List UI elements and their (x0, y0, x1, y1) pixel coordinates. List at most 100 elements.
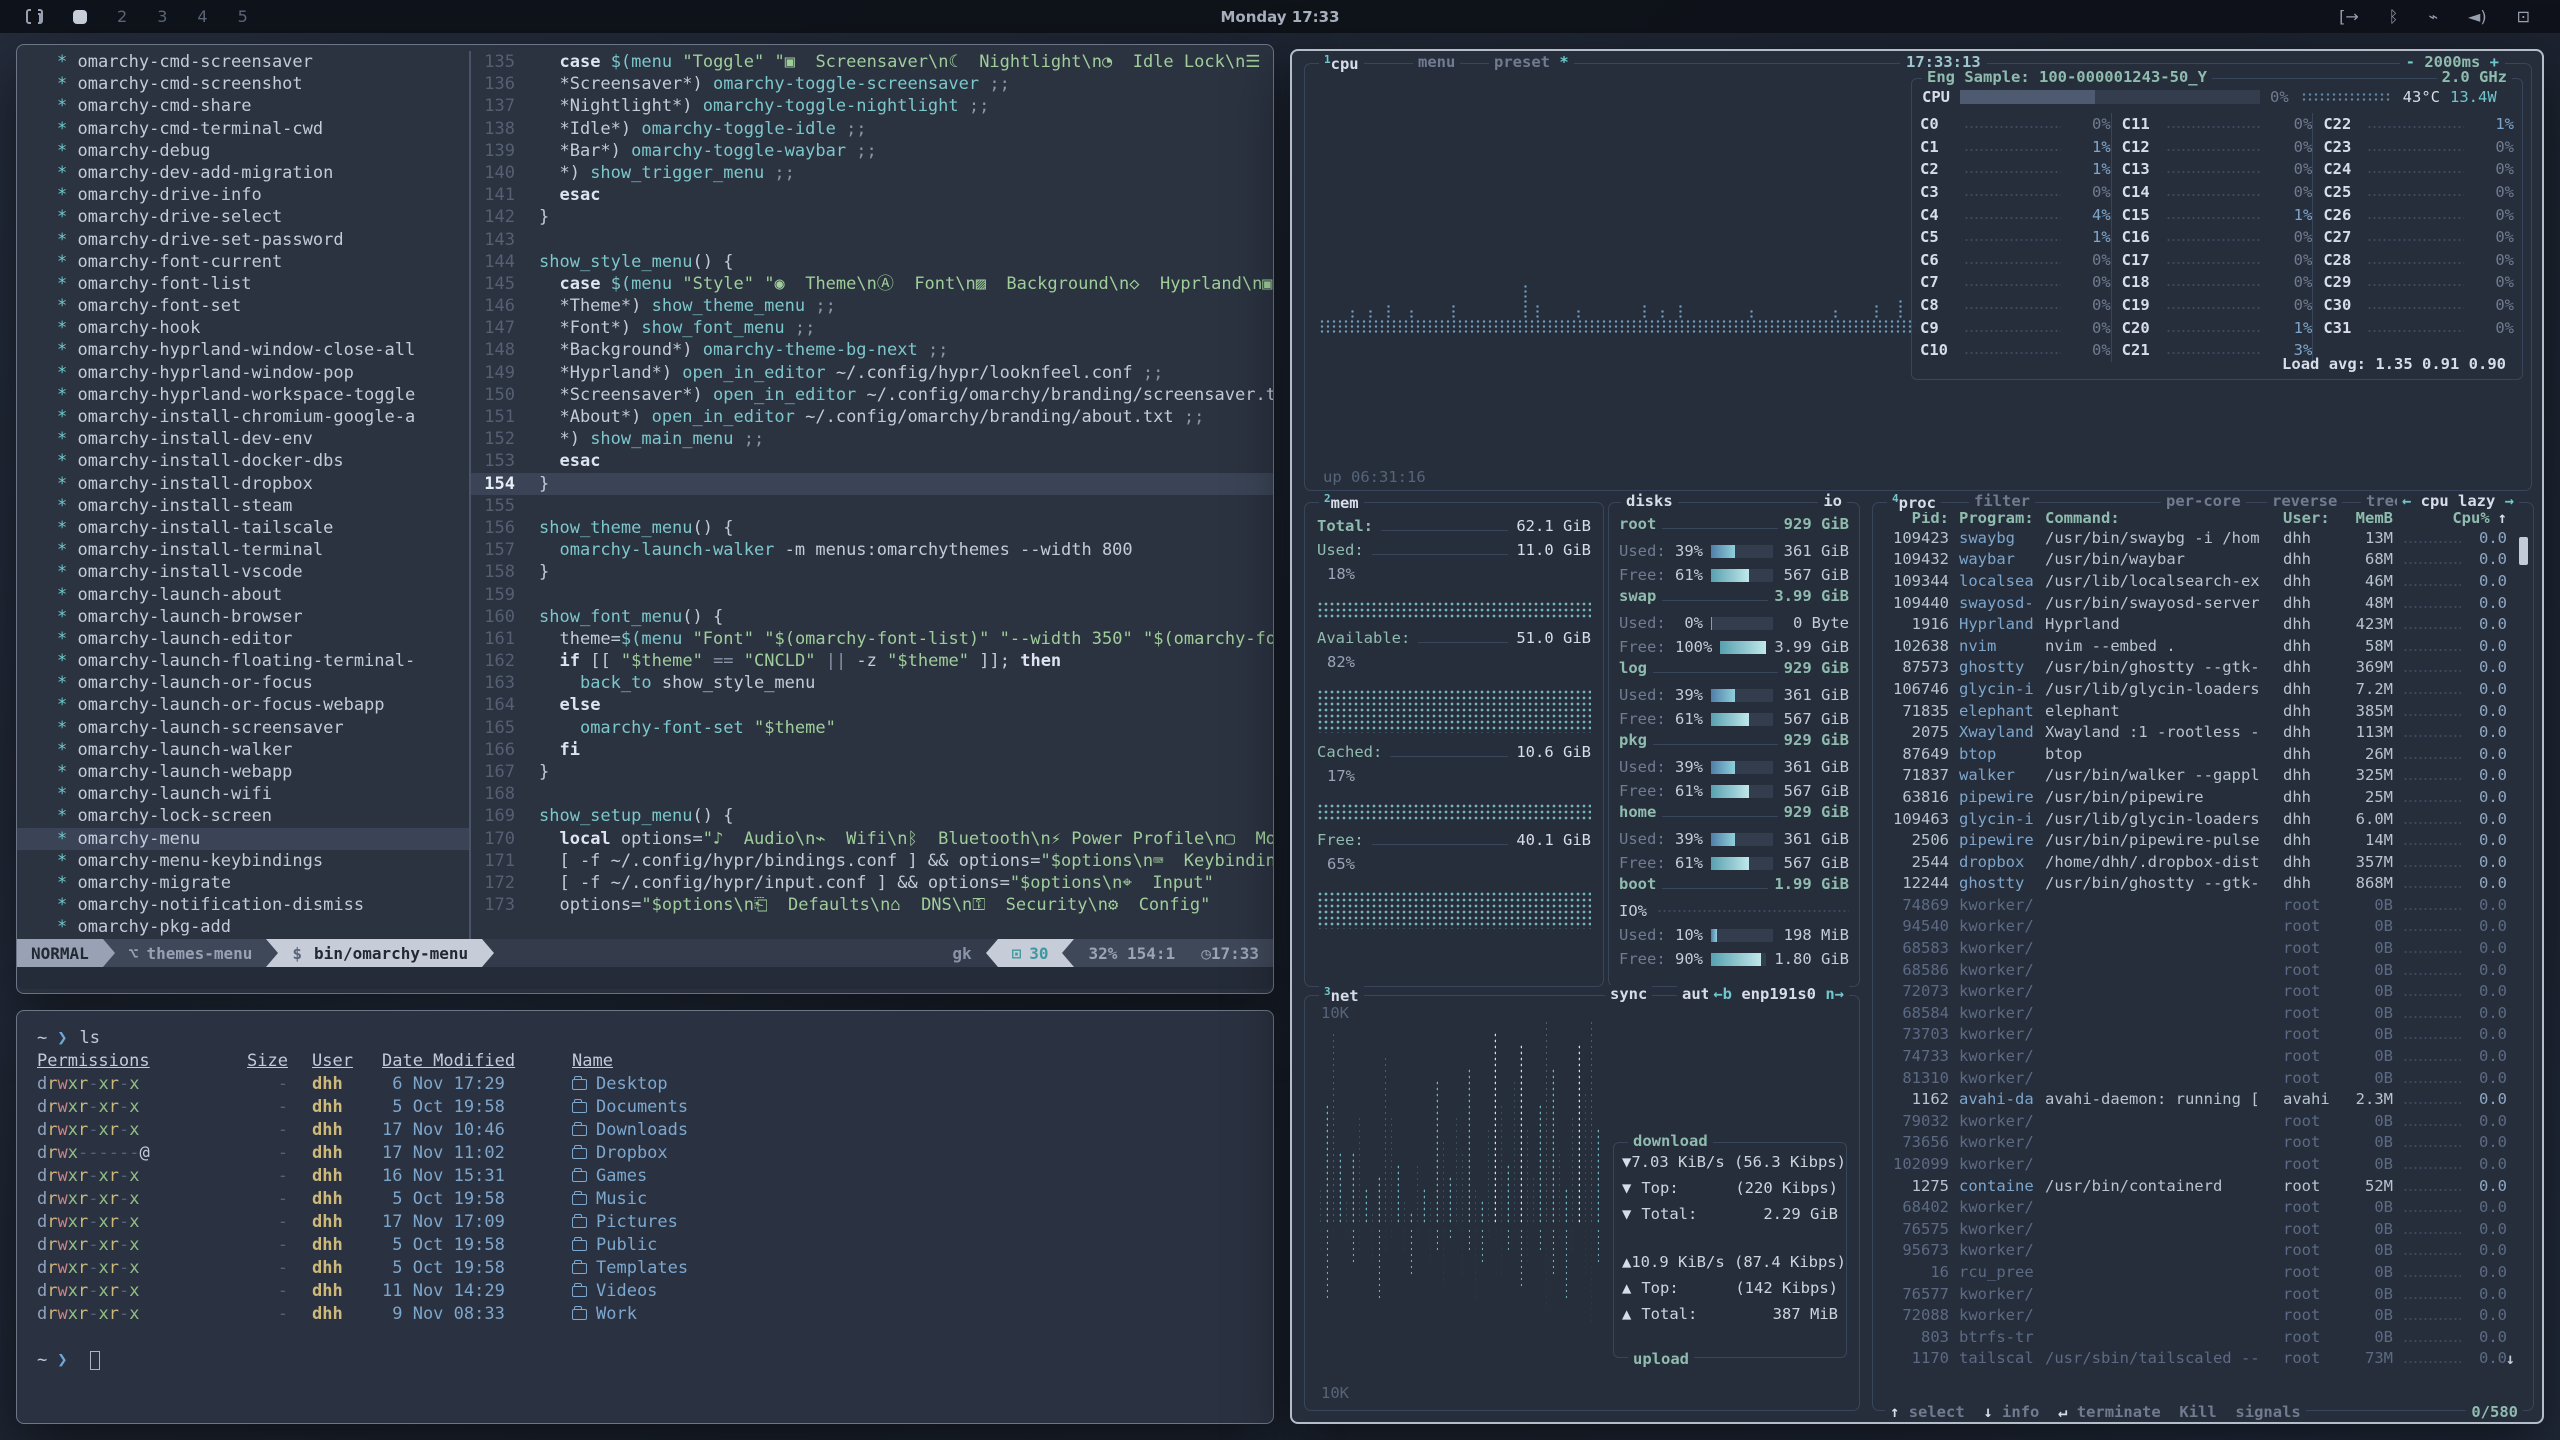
process-row[interactable]: 79032kworker/root0B0.0 (1873, 1110, 2533, 1132)
process-row[interactable]: 1170tailscal/usr/sbin/tailscaled --root7… (1873, 1348, 2533, 1369)
process-row[interactable]: 2075XwaylandXwayland :1 -rootless -dhh11… (1873, 721, 2533, 743)
process-row[interactable]: 87573ghostty/usr/bin/ghostty --gtk-dhh36… (1873, 657, 2533, 679)
process-row[interactable]: 76577kworker/root0B0.0 (1873, 1283, 2533, 1305)
process-row[interactable]: 109423swaybg/usr/bin/swaybg -i /homdhh13… (1873, 527, 2533, 549)
process-row[interactable]: 87649btopbtopdhh26M0.0 (1873, 743, 2533, 765)
process-row[interactable]: 109463glycin-i/usr/lib/glycin-loadersdhh… (1873, 808, 2533, 830)
terminal-cursor[interactable] (90, 1351, 100, 1370)
file-list-item[interactable]: * omarchy-lock-screen (17, 805, 469, 827)
btop-menu-button[interactable]: menu (1413, 53, 1460, 71)
process-row[interactable]: 1162avahi-daavahi-daemon: running [avahi… (1873, 1088, 2533, 1110)
file-list-item[interactable]: * omarchy-launch-about (17, 584, 469, 606)
process-row[interactable]: 73656kworker/root0B0.0 (1873, 1132, 2533, 1154)
network-icon[interactable]: ⌁ (2428, 7, 2438, 26)
file-list-item[interactable]: * omarchy-drive-set-password (17, 229, 469, 251)
file-list-item[interactable]: * omarchy-launch-walker (17, 739, 469, 761)
process-row[interactable]: 12244ghostty/usr/bin/ghostty --gtk-dhh86… (1873, 873, 2533, 895)
file-list-item[interactable]: * omarchy-launch-or-focus-webapp (17, 694, 469, 716)
file-list-item[interactable]: * omarchy-launch-screensaver (17, 717, 469, 739)
process-row[interactable]: 102638nvimnvim --embed .dhh58M0.0 (1873, 635, 2533, 657)
process-row[interactable]: 109344localsea/usr/lib/localsearch-exdhh… (1873, 570, 2533, 592)
process-row[interactable]: 2544dropbox/home/dhh/.dropbox-distdhh357… (1873, 851, 2533, 873)
process-row[interactable]: 16rcu_preeroot0B0.0 (1873, 1261, 2533, 1283)
file-list-item[interactable]: * omarchy-install-steam (17, 495, 469, 517)
file-list-item[interactable]: * omarchy-hyprland-window-pop (17, 362, 469, 384)
process-list[interactable]: 109423swaybg/usr/bin/swaybg -i /homdhh13… (1873, 527, 2533, 1369)
terminal-window[interactable]: ~❯ls Permissions Size User Date Modified… (16, 1010, 1274, 1424)
bluetooth-icon[interactable]: ᛒ (2389, 7, 2399, 26)
process-row[interactable]: 68586kworker/root0B0.0 (1873, 959, 2533, 981)
file-list-item[interactable]: * omarchy-install-tailscale (17, 517, 469, 539)
proc-filter-button[interactable]: filter (1969, 492, 2035, 510)
file-list-item[interactable]: * omarchy-cmd-terminal-cwd (17, 118, 469, 140)
file-list-item[interactable]: * omarchy-menu-keybindings (17, 850, 469, 872)
proc-reverse-toggle[interactable]: reverse (2267, 492, 2342, 510)
file-list-item[interactable]: * omarchy-launch-or-focus (17, 672, 469, 694)
file-list-item[interactable]: * omarchy-install-dev-env (17, 428, 469, 450)
btop-window[interactable]: 1cpu menu preset * 17:33:13 - 2000ms + u… (1290, 49, 2544, 1424)
file-list-item[interactable]: * omarchy-migrate (17, 872, 469, 894)
tab-net[interactable]: net (1331, 987, 1359, 1005)
file-list-item[interactable]: * omarchy-hook (17, 317, 469, 339)
proc-scrollbar[interactable] (2519, 537, 2528, 565)
process-row[interactable]: 63816pipewire/usr/bin/pipewiredhh25M0.0 (1873, 786, 2533, 808)
file-list-item[interactable]: * omarchy-install-chromium-google-a (17, 406, 469, 428)
process-row[interactable]: 71837walker/usr/bin/walker --gappldhh325… (1873, 765, 2533, 787)
process-row[interactable]: 68584kworker/root0B0.0 (1873, 1002, 2533, 1024)
file-list-item[interactable]: * omarchy-launch-floating-terminal- (17, 650, 469, 672)
file-list-item[interactable]: * omarchy-hyprland-workspace-toggle (17, 384, 469, 406)
process-row[interactable]: 1275containe/usr/bin/containerdroot52M0.… (1873, 1175, 2533, 1197)
process-row[interactable]: 71835elephantelephantdhh385M0.0 (1873, 700, 2533, 722)
tab-disks[interactable]: disks (1626, 492, 1673, 510)
file-list-item[interactable]: * omarchy-cmd-screenshot (17, 73, 469, 95)
file-list-item[interactable]: * omarchy-hyprland-window-close-all (17, 339, 469, 361)
tab-io[interactable]: io (1823, 492, 1842, 510)
proc-per-core-toggle[interactable]: per-core (2161, 492, 2246, 510)
file-list-item[interactable]: * omarchy-font-current (17, 251, 469, 273)
file-list-item[interactable]: * omarchy-font-list (17, 273, 469, 295)
process-row[interactable]: 109432waybar/usr/bin/waybardhh68M0.0 (1873, 549, 2533, 571)
file-list-item[interactable]: * omarchy-debug (17, 140, 469, 162)
process-row[interactable]: 803btrfs-trroot0B0.0 (1873, 1326, 2533, 1348)
process-row[interactable]: 94540kworker/root0B0.0 (1873, 916, 2533, 938)
code-pane[interactable]: case $(menu "Toggle" "▣ Screensaver\n☾ N… (529, 51, 1273, 939)
file-list-item[interactable]: * omarchy-cmd-share (17, 95, 469, 117)
process-row[interactable]: 109440swayosd-/usr/bin/swayosd-serverdhh… (1873, 592, 2533, 614)
tab-cpu[interactable]: cpu (1331, 55, 1359, 73)
file-list-item[interactable]: * omarchy-drive-select (17, 206, 469, 228)
process-row[interactable]: 72073kworker/root0B0.0 (1873, 980, 2533, 1002)
process-row[interactable]: 74733kworker/root0B0.0 (1873, 1045, 2533, 1067)
file-list-item[interactable]: * omarchy-launch-browser (17, 606, 469, 628)
file-list-item[interactable]: * omarchy-launch-webapp (17, 761, 469, 783)
process-row[interactable]: 73703kworker/root0B0.0 (1873, 1024, 2533, 1046)
process-row[interactable]: 74869kworker/root0B0.0 (1873, 894, 2533, 916)
tab-mem[interactable]: mem (1331, 494, 1359, 512)
logout-icon[interactable]: [→ (2339, 7, 2359, 26)
file-list-item[interactable]: * omarchy-install-dropbox (17, 473, 469, 495)
net-sync-toggle[interactable]: sync (1610, 985, 1647, 1003)
file-list-item[interactable]: * omarchy-cmd-screensaver (17, 51, 469, 73)
process-row[interactable]: 1916HyprlandHyprlanddhh423M0.0 (1873, 613, 2533, 635)
process-row[interactable]: 95673kworker/root0B0.0 (1873, 1240, 2533, 1262)
process-row[interactable]: 102099kworker/root0B0.0 (1873, 1153, 2533, 1175)
file-list-item[interactable]: * omarchy-menu (17, 828, 469, 850)
iface-next-button[interactable]: n→ (1825, 985, 1844, 1003)
process-row[interactable]: 106746glycin-i/usr/lib/glycin-loadersdhh… (1873, 678, 2533, 700)
proc-footer-keys[interactable]: ↑ select ↓ info ↵ terminate Kill signals (1885, 1403, 2306, 1421)
file-list-item[interactable]: * omarchy-font-set (17, 295, 469, 317)
iface-prev-button[interactable]: ←b (1713, 985, 1732, 1003)
file-list-item[interactable]: * omarchy-install-vscode (17, 561, 469, 583)
volume-icon[interactable]: ◄) (2468, 7, 2487, 26)
neovim-window[interactable]: * omarchy-cmd-screensaver* omarchy-cmd-s… (16, 44, 1274, 994)
chip-icon[interactable]: ⊡ (2517, 7, 2530, 26)
process-row[interactable]: 81310kworker/root0B0.0 (1873, 1067, 2533, 1089)
file-list-item[interactable]: * omarchy-launch-editor (17, 628, 469, 650)
proc-sort-control[interactable]: ← cpu lazy → (2397, 492, 2519, 510)
file-list-item[interactable]: * omarchy-notification-dismiss (17, 894, 469, 916)
tab-proc[interactable]: proc (1899, 494, 1936, 512)
btop-preset-button[interactable]: preset * (1489, 53, 1574, 71)
file-list-item[interactable]: * omarchy-install-docker-dbs (17, 450, 469, 472)
file-list-item[interactable]: * omarchy-drive-info (17, 184, 469, 206)
process-row[interactable]: 72088kworker/root0B0.0 (1873, 1304, 2533, 1326)
file-list-item[interactable]: * omarchy-dev-add-migration (17, 162, 469, 184)
